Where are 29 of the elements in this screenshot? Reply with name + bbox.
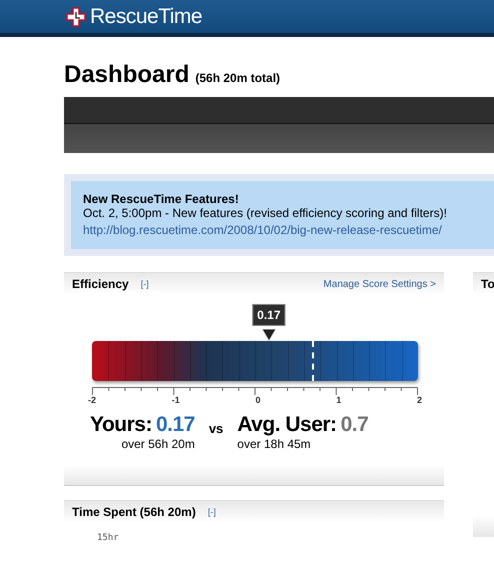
yours-value: 0.17 (156, 413, 195, 437)
logo-icon (66, 6, 86, 26)
panel-title: Time Spent (56h 20m) (72, 505, 196, 519)
collapse-link[interactable]: [-] (208, 507, 216, 517)
average-label: Avg. User: (237, 413, 337, 437)
axis-label: -2 (88, 395, 96, 405)
page-subtitle: (56h 20m total) (195, 71, 280, 85)
panel-title: To (481, 277, 494, 291)
notice-text: Oct. 2, 5:00pm - New features (revised efficiency scoring and filters)! (83, 206, 448, 221)
pointer-icon (262, 329, 276, 341)
axis-label: 15hr (97, 533, 120, 543)
notice-title: New RescueTime Features! (83, 192, 240, 206)
panel-footer (473, 515, 494, 537)
axis-label: 0 (255, 395, 260, 405)
vs-label: vs (208, 421, 224, 436)
score-marker: 0.17 (252, 304, 286, 326)
yours-detail: over 56h 20m (121, 437, 195, 451)
yours-label: Yours: (90, 413, 152, 437)
collapse-link[interactable]: [-] (140, 279, 149, 289)
average-detail: over 18h 45m (237, 437, 311, 451)
logo-text[interactable]: RescueTime (90, 4, 202, 28)
page-title: Dashboard (64, 61, 190, 89)
average-value: 0.7 (340, 413, 368, 437)
axis-label: 1 (336, 395, 342, 405)
notice-link[interactable]: http://blog.rescuetime.com/2008/10/02/big-new-release-rescuetime/ (83, 223, 442, 237)
settings-link[interactable]: Manage Score Settings > (323, 278, 436, 290)
panel-title: Efficiency (72, 277, 129, 291)
axis-label: 2 (416, 395, 422, 405)
axis-label: -1 (172, 395, 180, 405)
